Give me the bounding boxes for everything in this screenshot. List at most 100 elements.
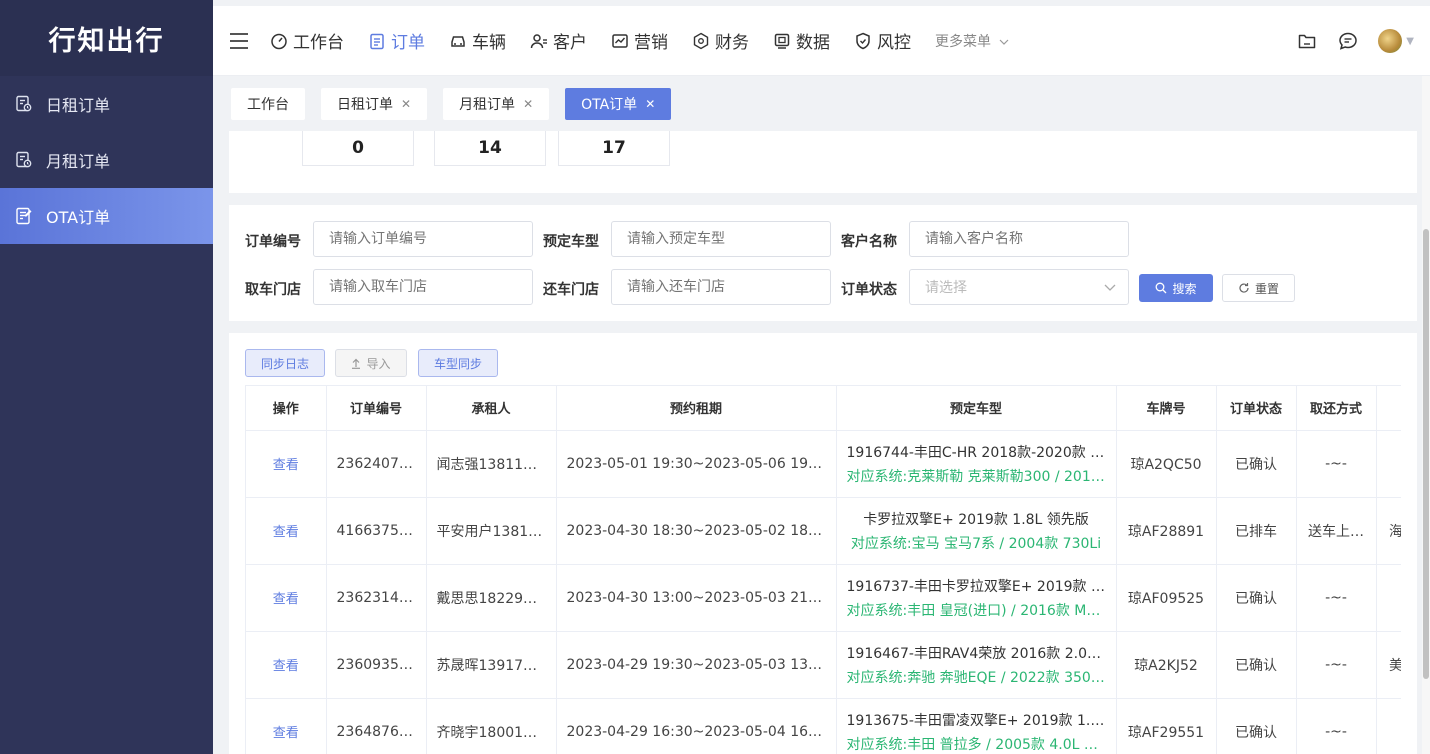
extra-cell	[1376, 564, 1401, 632]
column-header: 操作	[246, 386, 327, 431]
scrollbar-thumb[interactable]	[1423, 229, 1429, 679]
method-cell: -~-	[1296, 631, 1377, 699]
pickup-store-label: 取车门店	[245, 282, 301, 298]
orders-table-card: 同步日志 导入 车型同步 操作 订单编号 承租人 预约租期 预定车型 车牌号 订…	[229, 333, 1417, 754]
return-store-input[interactable]	[611, 269, 831, 305]
pickup-store-input[interactable]	[313, 269, 533, 305]
method-cell: 送车上…	[1296, 497, 1377, 565]
view-link[interactable]: 查看	[246, 698, 327, 754]
chevron-down-icon	[999, 33, 1009, 49]
page-scrollbar[interactable]	[1422, 76, 1430, 754]
status-cell: 已确认	[1216, 564, 1297, 632]
stats-card: 0 14 17	[229, 131, 1417, 193]
renter-cell: 戴思思182298…	[426, 564, 557, 632]
nav-item-finance[interactable]: 财务	[692, 28, 749, 53]
nav-item-orders[interactable]: 订单	[368, 28, 425, 53]
search-icon	[1155, 282, 1167, 294]
car-model-cell: 1916737-丰田卡罗拉双擎E+ 2019款 1.… 对应系统:丰田 皇冠(进…	[836, 564, 1117, 632]
table-row: 查看 23624075… 闻志强138111… 2023-05-01 19:30…	[246, 430, 1401, 498]
sync-log-button[interactable]: 同步日志	[245, 349, 325, 377]
status-cell: 已排车	[1216, 497, 1297, 565]
search-button[interactable]: 搜索	[1139, 274, 1213, 302]
orders-table: 操作 订单编号 承租人 预约租期 预定车型 车牌号 订单状态 取还方式 查看 2…	[245, 385, 1401, 754]
view-link[interactable]: 查看	[246, 497, 327, 565]
order-no-label: 订单编号	[245, 234, 301, 250]
status-cell: 已确认	[1216, 631, 1297, 699]
nav-item-risk-control[interactable]: 风控	[854, 28, 911, 53]
extra-cell: 海	[1376, 497, 1401, 565]
extra-cell: 美	[1376, 631, 1401, 699]
sidebar-item-daily-orders[interactable]: 日租订单	[0, 76, 213, 132]
order-no-cell: 23623140…	[326, 564, 427, 632]
tab-monthly-orders[interactable]: 月租订单 ✕	[443, 88, 550, 120]
table-row: 查看 41663750… 平安用户13811… 2023-04-30 18:30…	[246, 497, 1401, 565]
plate-cell: 琼A2KJ52	[1116, 631, 1217, 699]
reset-button[interactable]: 重置	[1222, 274, 1295, 302]
close-icon[interactable]: ✕	[523, 97, 533, 111]
sidebar-item-label: 日租订单	[46, 96, 111, 115]
model-sync-button[interactable]: 车型同步	[418, 349, 498, 377]
tab-daily-orders[interactable]: 日租订单 ✕	[321, 88, 428, 120]
car-model-cell: 1913675-丰田雷凌双擎E+ 2019款 1.8L… 对应系统:丰田 普拉多…	[836, 698, 1117, 754]
nav-item-customers[interactable]: 客户	[530, 28, 587, 53]
nav-item-marketing[interactable]: 营销	[611, 28, 668, 53]
sidebar-item-label: 月租订单	[46, 152, 111, 171]
close-icon[interactable]: ✕	[645, 97, 655, 111]
folder-icon[interactable]	[1296, 30, 1318, 52]
upload-icon	[351, 358, 361, 369]
menu-toggle-icon[interactable]	[230, 32, 248, 49]
return-store-label: 还车门店	[543, 282, 599, 298]
order-doc-icon	[14, 150, 34, 170]
stat-value[interactable]: 0	[302, 131, 414, 166]
message-icon[interactable]	[1337, 30, 1359, 52]
plate-cell: 琼AF09525	[1116, 564, 1217, 632]
stat-value[interactable]: 14	[434, 131, 546, 166]
shield-icon	[854, 32, 872, 50]
more-menu-dropdown[interactable]: 更多菜单	[935, 31, 1009, 51]
customer-name-input[interactable]	[909, 221, 1129, 257]
car-icon	[449, 32, 467, 50]
order-status-select[interactable]: 请选择	[909, 269, 1129, 305]
period-cell: 2023-04-29 16:30~2023-05-04 16:30	[556, 698, 837, 754]
clipboard-icon	[368, 32, 386, 50]
dashboard-icon	[270, 32, 288, 50]
plate-cell: 琼AF28891	[1116, 497, 1217, 565]
period-cell: 2023-04-29 19:30~2023-05-03 13:30	[556, 631, 837, 699]
period-cell: 2023-04-30 13:00~2023-05-03 21:00	[556, 564, 837, 632]
column-header: 订单编号	[326, 386, 427, 431]
order-no-cell: 23609352…	[326, 631, 427, 699]
top-navbar: 工作台 订单 车辆 客户 营销 财务 数据 风控 更多菜单 ▼	[213, 6, 1430, 76]
view-link[interactable]: 查看	[246, 430, 327, 498]
order-doc-icon	[14, 94, 34, 114]
page-tabs: 工作台 日租订单 ✕ 月租订单 ✕ OTA订单 ✕	[231, 88, 687, 120]
close-icon[interactable]: ✕	[401, 97, 411, 111]
tab-dashboard[interactable]: 工作台	[231, 88, 305, 120]
column-header: 承租人	[426, 386, 557, 431]
sidebar-item-ota-orders[interactable]: OTA订单	[0, 188, 213, 244]
sidebar-item-monthly-orders[interactable]: 月租订单	[0, 132, 213, 188]
car-model-label: 预定车型	[543, 234, 599, 250]
avatar[interactable]	[1378, 29, 1403, 53]
status-cell: 已确认	[1216, 698, 1297, 754]
nav-item-data[interactable]: 数据	[773, 28, 830, 53]
import-button[interactable]: 导入	[335, 349, 407, 377]
tab-ota-orders[interactable]: OTA订单 ✕	[565, 88, 672, 120]
top-right-actions: ▼	[1296, 6, 1430, 76]
table-row: 查看 23648768… 齐晓宇180011… 2023-04-29 16:30…	[246, 698, 1401, 754]
car-model-input[interactable]	[611, 221, 831, 257]
table-row: 查看 23609352… 苏晟晖139177… 2023-04-29 19:30…	[246, 631, 1401, 699]
nav-item-dashboard[interactable]: 工作台	[270, 28, 344, 53]
nav-item-vehicles[interactable]: 车辆	[449, 28, 506, 53]
period-cell: 2023-04-30 18:30~2023-05-02 18:00	[556, 497, 837, 565]
order-no-input[interactable]	[313, 221, 533, 257]
column-header: 取还方式	[1296, 386, 1377, 431]
view-link[interactable]: 查看	[246, 631, 327, 699]
renter-cell: 闻志强138111…	[426, 430, 557, 498]
caret-down-icon[interactable]: ▼	[1406, 36, 1414, 47]
renter-cell: 平安用户13811…	[426, 497, 557, 565]
view-link[interactable]: 查看	[246, 564, 327, 632]
sidebar: 行知出行 日租订单 月租订单 OTA订单	[0, 0, 213, 754]
data-icon	[773, 32, 791, 50]
stat-value[interactable]: 17	[558, 131, 670, 166]
filter-form: 订单编号 预定车型 客户名称 取车门店 还车门店 订单状态 请选择 搜索 重置	[229, 205, 1417, 321]
